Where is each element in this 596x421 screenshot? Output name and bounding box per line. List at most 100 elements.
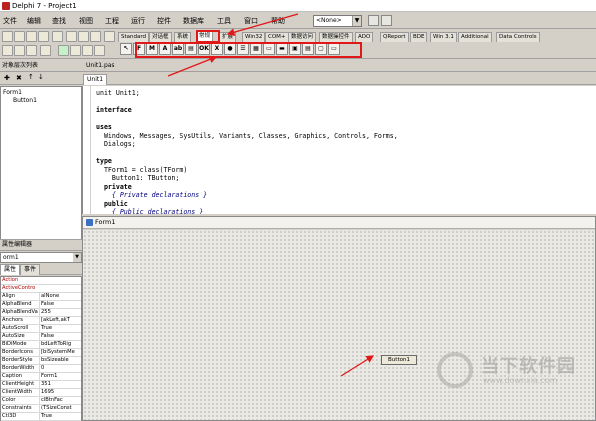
- form-design-surface[interactable]: Button1: [83, 230, 595, 420]
- menu-component[interactable]: 控件: [157, 16, 171, 26]
- palette-tab-ado[interactable]: ADO: [355, 32, 374, 42]
- property-row[interactable]: AutoScroll True: [1, 325, 81, 333]
- property-row[interactable]: BorderIcons [biSystemMe: [1, 349, 81, 357]
- property-value[interactable]: 0: [39, 365, 81, 372]
- palette-tab-win31[interactable]: Win 3.1: [430, 32, 457, 42]
- toggle-form-unit-icon[interactable]: [90, 31, 101, 42]
- palette-tab-system[interactable]: 系统: [174, 32, 192, 42]
- property-row[interactable]: BorderWidth 0: [1, 365, 81, 373]
- property-row[interactable]: ActiveContro: [1, 285, 81, 293]
- menu-edit[interactable]: 编辑: [27, 16, 41, 26]
- property-row[interactable]: AutoSize False: [1, 333, 81, 341]
- new-form-icon[interactable]: [104, 31, 115, 42]
- step-over-icon[interactable]: [94, 45, 105, 56]
- property-value[interactable]: 255: [39, 309, 81, 316]
- form-button1[interactable]: Button1: [381, 355, 417, 365]
- property-value[interactable]: True: [39, 413, 81, 420]
- menu-file[interactable]: 文件: [3, 16, 17, 26]
- property-value[interactable]: False: [39, 333, 81, 340]
- inspector-object-select[interactable]: orm1 ▼: [0, 252, 82, 263]
- add-file-icon[interactable]: [2, 45, 13, 56]
- pause-icon[interactable]: [70, 45, 81, 56]
- trace-into-icon[interactable]: [82, 45, 93, 56]
- property-value[interactable]: (TSizeConst: [39, 405, 81, 412]
- property-name: ActiveContro: [2, 285, 36, 291]
- property-row[interactable]: ClientWidth 1695: [1, 389, 81, 397]
- view-unit-icon[interactable]: [66, 31, 77, 42]
- property-value[interactable]: 1695: [39, 389, 81, 396]
- save-all-icon[interactable]: [38, 31, 49, 42]
- property-row[interactable]: Anchors [akLeft,akT: [1, 317, 81, 325]
- menu-help[interactable]: 帮助: [271, 16, 285, 26]
- new-item-icon[interactable]: ✚: [4, 74, 10, 82]
- palette-tab-standard[interactable]: Standard: [118, 32, 150, 42]
- code-editor[interactable]: unit Unit1; interface uses Windows, Messag…: [82, 86, 596, 214]
- property-value[interactable]: clBtnFac: [39, 397, 81, 404]
- tab-events[interactable]: 事件: [20, 264, 41, 275]
- menu-search[interactable]: 查找: [52, 16, 66, 26]
- palette-tab-qreport[interactable]: QReport: [380, 32, 409, 42]
- palette-tab-complus[interactable]: COM+: [265, 32, 289, 42]
- property-value[interactable]: Form1: [39, 373, 81, 380]
- palette-tab-data-access[interactable]: 数据访问: [288, 32, 317, 42]
- menu-view[interactable]: 视图: [79, 16, 93, 26]
- property-value[interactable]: True: [39, 325, 81, 332]
- save-icon[interactable]: [26, 31, 37, 42]
- property-value[interactable]: bdLeftToRig: [39, 341, 81, 348]
- property-row[interactable]: Ctl3D True: [1, 413, 81, 421]
- chevron-down-icon[interactable]: ▼: [352, 16, 361, 26]
- menu-project[interactable]: 工程: [105, 16, 119, 26]
- palette-tab-bde[interactable]: BDE: [410, 32, 428, 42]
- editor-file-tab[interactable]: Unit1.pas: [86, 60, 115, 71]
- palette-tab-data-controls-cn[interactable]: 数据操控件: [319, 32, 353, 42]
- run-icon[interactable]: [58, 45, 69, 56]
- property-row[interactable]: BiDiMode bdLeftToRig: [1, 341, 81, 349]
- new-icon[interactable]: [2, 31, 13, 42]
- tree-node-form1[interactable]: Form1: [3, 89, 22, 97]
- help-icon[interactable]: [26, 45, 37, 56]
- property-value[interactable]: False: [39, 301, 81, 308]
- set-debug-desktop-icon[interactable]: [381, 15, 392, 26]
- delete-item-icon[interactable]: ✖: [16, 74, 22, 82]
- property-row[interactable]: AlphaBlendVa 255: [1, 309, 81, 317]
- menu-window[interactable]: 窗口: [244, 16, 258, 26]
- property-row[interactable]: Caption Form1: [1, 373, 81, 381]
- property-value[interactable]: [akLeft,akT: [39, 317, 81, 324]
- property-row[interactable]: Align alNone: [1, 293, 81, 301]
- property-value[interactable]: alNone: [39, 293, 81, 300]
- editor-page-tab-unit1[interactable]: Unit1: [83, 74, 108, 85]
- property-row[interactable]: Color clBtnFac: [1, 397, 81, 405]
- desktop-layout-combo[interactable]: <None> ▼: [313, 15, 362, 27]
- palette-tab-additional[interactable]: Additional: [458, 32, 492, 42]
- menu-run[interactable]: 运行: [131, 16, 145, 26]
- property-row[interactable]: AlphaBlend False: [1, 301, 81, 309]
- menu-tools[interactable]: 工具: [217, 16, 231, 26]
- property-row[interactable]: ClientHeight 351: [1, 381, 81, 389]
- property-value[interactable]: 351: [39, 381, 81, 388]
- tree-node-button1[interactable]: Button1: [13, 97, 37, 105]
- code-line: private: [96, 182, 132, 191]
- options-icon[interactable]: [40, 45, 51, 56]
- chevron-down-icon[interactable]: ▼: [73, 253, 81, 262]
- form-title-bar[interactable]: Form1: [83, 217, 595, 229]
- palette-tab-win32[interactable]: Win32: [242, 32, 266, 42]
- treeview-toolbar: ✚ ✖ ↑ ↓: [0, 73, 82, 85]
- menu-database[interactable]: 数据库: [183, 16, 204, 26]
- pointer-icon[interactable]: ↖: [120, 43, 132, 55]
- palette-tab-extended[interactable]: 扩展: [219, 32, 237, 42]
- property-row[interactable]: Constraints (TSizeConst: [1, 405, 81, 413]
- save-desktop-icon[interactable]: [368, 15, 379, 26]
- remove-file-icon[interactable]: [14, 45, 25, 56]
- tab-properties[interactable]: 属性: [0, 264, 21, 275]
- view-form-icon[interactable]: [78, 31, 89, 42]
- property-value[interactable]: bsSizeable: [39, 357, 81, 364]
- open-project-icon[interactable]: [52, 31, 63, 42]
- property-row[interactable]: Action: [1, 277, 81, 285]
- open-icon[interactable]: [14, 31, 25, 42]
- property-row[interactable]: BorderStyle bsSizeable: [1, 357, 81, 365]
- move-up-icon[interactable]: ↑: [28, 73, 34, 81]
- move-down-icon[interactable]: ↓: [38, 73, 44, 81]
- property-value[interactable]: [biSystemMe: [39, 349, 81, 356]
- palette-tab-dialogs[interactable]: 对话框: [149, 32, 172, 42]
- palette-tab-data-controls[interactable]: Data Controls: [496, 32, 540, 42]
